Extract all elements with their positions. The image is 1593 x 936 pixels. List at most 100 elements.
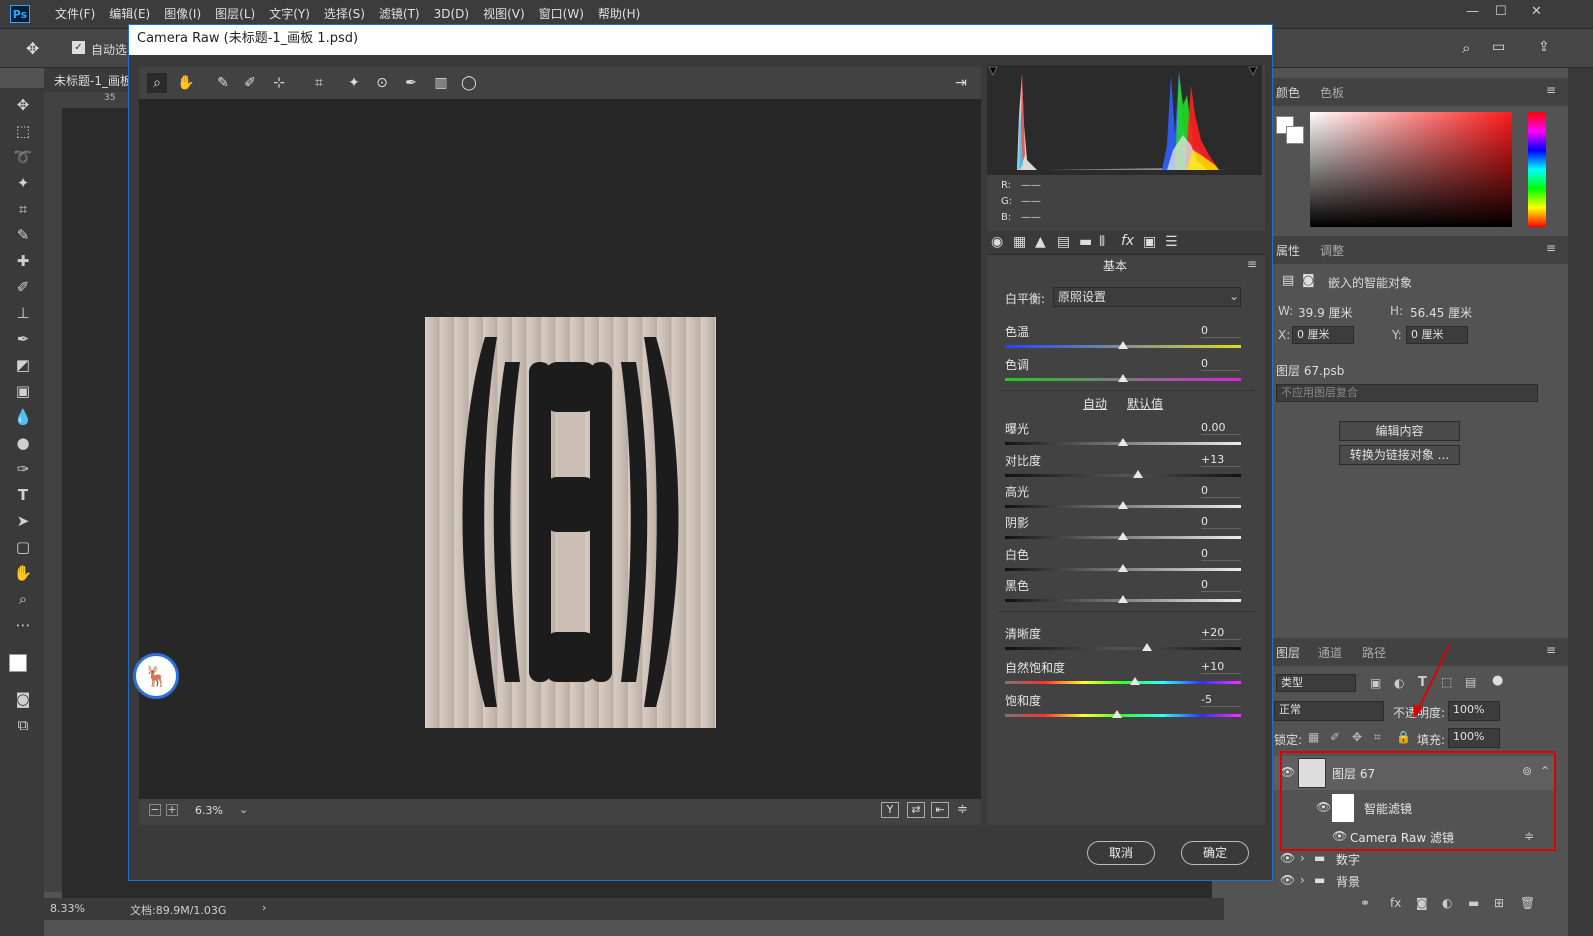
history-brush-icon[interactable]: ✒ bbox=[12, 328, 34, 350]
slider-thumb[interactable] bbox=[1118, 595, 1128, 603]
move-icon[interactable]: ✥ bbox=[12, 94, 34, 116]
slider-track[interactable] bbox=[1005, 474, 1241, 477]
tab-layers[interactable]: 图层 bbox=[1276, 644, 1300, 661]
slider-value[interactable]: 0 bbox=[1201, 357, 1241, 371]
workspace-icon[interactable]: ▭ bbox=[1492, 39, 1505, 55]
lock-all-icon[interactable]: 🔒 bbox=[1396, 730, 1411, 744]
link-icon[interactable]: ⚭ bbox=[1360, 896, 1370, 910]
filter-pixel-icon[interactable]: ▣ bbox=[1370, 676, 1381, 690]
magic-wand-icon[interactable]: ✦ bbox=[12, 172, 34, 194]
convert-to-linked-button[interactable]: 转换为链接对象 ... bbox=[1339, 445, 1460, 465]
slider-thumb[interactable] bbox=[1118, 501, 1128, 509]
width-value[interactable]: 39.9 厘米 bbox=[1298, 304, 1353, 321]
lock-position-icon[interactable]: ✥ bbox=[1352, 730, 1362, 744]
x-field[interactable]: 0 厘米 bbox=[1292, 326, 1354, 344]
filter-toggle-icon[interactable]: ● bbox=[1492, 673, 1503, 688]
path-select-icon[interactable]: ➤ bbox=[12, 510, 34, 532]
ok-button[interactable]: 确定 bbox=[1181, 841, 1249, 865]
auto-select-checkbox[interactable]: ✓ bbox=[72, 41, 85, 54]
lock-pixels-icon[interactable]: ✐ bbox=[1330, 730, 1340, 744]
slider-track[interactable] bbox=[1005, 681, 1241, 684]
hue-slider[interactable] bbox=[1528, 112, 1546, 227]
eyedropper-icon[interactable]: ✎ bbox=[12, 224, 34, 246]
dodge-icon[interactable]: ● bbox=[12, 432, 34, 454]
visibility-eye-icon[interactable]: 👁 bbox=[1280, 851, 1295, 865]
menu-item[interactable]: 文件(F) bbox=[48, 0, 102, 28]
slider-thumb[interactable] bbox=[1112, 710, 1123, 718]
tab-paths[interactable]: 路径 bbox=[1362, 644, 1386, 661]
adjustment-layer-icon[interactable]: ◐ bbox=[1442, 896, 1452, 910]
screen-mode-icon[interactable]: ⧉ bbox=[12, 714, 34, 736]
slider-value[interactable]: 0 bbox=[1201, 484, 1241, 498]
cancel-button[interactable]: 取消 bbox=[1087, 841, 1155, 865]
status-arrow-icon[interactable]: › bbox=[262, 901, 266, 914]
new-layer-icon[interactable]: ⊞ bbox=[1494, 896, 1504, 910]
spot-removal-icon[interactable]: ✦ bbox=[344, 73, 364, 93]
slider-value[interactable]: +20 bbox=[1201, 626, 1241, 640]
copy-settings-icon[interactable]: ⇤ bbox=[931, 802, 949, 818]
lock-artboard-icon[interactable]: ⌗ bbox=[1374, 730, 1381, 745]
slider-value[interactable]: +13 bbox=[1201, 453, 1241, 467]
hand-icon[interactable]: ✋ bbox=[12, 562, 34, 584]
lasso-icon[interactable]: ➰ bbox=[12, 146, 34, 168]
visibility-eye-icon[interactable]: 👁 bbox=[1280, 873, 1295, 887]
type-icon[interactable]: T bbox=[12, 484, 34, 506]
shape-icon[interactable]: ▢ bbox=[12, 536, 34, 558]
swap-settings-icon[interactable]: ⇄ bbox=[907, 802, 925, 818]
layer-row[interactable]: 👁 › ▬ 背景 bbox=[1274, 870, 1554, 892]
layer-row[interactable]: 👁 › ▬ 数字 bbox=[1274, 848, 1554, 870]
zoom-icon[interactable]: ⌕ bbox=[12, 588, 34, 610]
slider-value[interactable]: 0 bbox=[1201, 578, 1241, 592]
slider-thumb[interactable] bbox=[1118, 438, 1128, 446]
blur-icon[interactable]: 💧 bbox=[12, 406, 34, 428]
zoom-value[interactable]: 6.3% bbox=[195, 804, 223, 817]
image-preview[interactable] bbox=[139, 99, 981, 799]
new-group-icon[interactable]: ▬ bbox=[1468, 896, 1479, 910]
lock-transparent-icon[interactable]: ▦ bbox=[1308, 730, 1319, 744]
delete-layer-icon[interactable]: 🗑 bbox=[1520, 896, 1535, 910]
slider-value[interactable]: 0 bbox=[1201, 515, 1241, 529]
zoom-out-button[interactable]: − bbox=[149, 804, 161, 816]
slider-value[interactable]: 0.00 bbox=[1201, 421, 1241, 435]
opacity-field[interactable]: 100% bbox=[1448, 701, 1500, 721]
slider-thumb[interactable] bbox=[1133, 470, 1144, 478]
open-preferences-icon[interactable]: ⇥ bbox=[951, 73, 971, 93]
maximize-button[interactable]: ☐ bbox=[1495, 4, 1507, 19]
close-button[interactable]: ✕ bbox=[1531, 4, 1542, 19]
slider-value[interactable]: +10 bbox=[1201, 660, 1241, 674]
zoom-level[interactable]: 8.33% bbox=[50, 902, 85, 915]
foreground-color-swatch[interactable] bbox=[9, 654, 27, 672]
panel-menu-icon[interactable]: ≡ bbox=[1546, 241, 1556, 255]
red-eye-icon[interactable]: ⊙ bbox=[372, 73, 392, 93]
zoom-in-button[interactable]: + bbox=[166, 804, 178, 816]
layer-name[interactable]: 数字 bbox=[1336, 851, 1360, 868]
stamp-icon[interactable]: ⊥ bbox=[12, 302, 34, 324]
healing-icon[interactable]: ✚ bbox=[12, 250, 34, 272]
move-tool-icon[interactable]: ✥ bbox=[26, 39, 39, 58]
panel-menu-icon[interactable]: ≡ bbox=[1546, 643, 1556, 657]
slider-value[interactable]: 0 bbox=[1201, 547, 1241, 561]
targeted-adjust-icon[interactable]: ⊹ bbox=[269, 73, 289, 93]
slider-thumb[interactable] bbox=[1118, 564, 1128, 572]
slider-value[interactable]: -5 bbox=[1201, 693, 1241, 707]
zoom-dropdown-icon[interactable]: ⌄ bbox=[239, 803, 248, 816]
tab-color[interactable]: 颜色 bbox=[1276, 84, 1300, 101]
radial-filter-icon[interactable]: ◯ bbox=[459, 73, 479, 93]
layer-name[interactable]: 背景 bbox=[1336, 873, 1360, 890]
height-value[interactable]: 56.45 厘米 bbox=[1410, 304, 1472, 321]
filter-smart-icon[interactable]: ▤ bbox=[1465, 675, 1476, 689]
gradient-icon[interactable]: ▣ bbox=[12, 380, 34, 402]
add-mask-icon[interactable]: ◙ bbox=[1416, 896, 1428, 910]
slider-thumb[interactable] bbox=[1118, 532, 1128, 540]
crop-icon[interactable]: ⌗ bbox=[12, 198, 34, 220]
hand-tool-icon[interactable]: ✋ bbox=[176, 73, 196, 93]
edit-contents-button[interactable]: 编辑内容 bbox=[1339, 421, 1460, 441]
search-icon[interactable]: ⌕ bbox=[1462, 39, 1470, 57]
blend-mode-select[interactable]: 正常 bbox=[1274, 701, 1384, 721]
slider-track[interactable] bbox=[1005, 647, 1241, 650]
expand-chevron-icon[interactable]: › bbox=[1300, 873, 1305, 887]
more-tools-icon[interactable]: ⋯ bbox=[12, 614, 34, 636]
slider-thumb[interactable] bbox=[1118, 374, 1128, 382]
filter-adjustment-icon[interactable]: ◐ bbox=[1394, 676, 1404, 690]
marquee-icon[interactable]: ⬚ bbox=[12, 120, 34, 142]
